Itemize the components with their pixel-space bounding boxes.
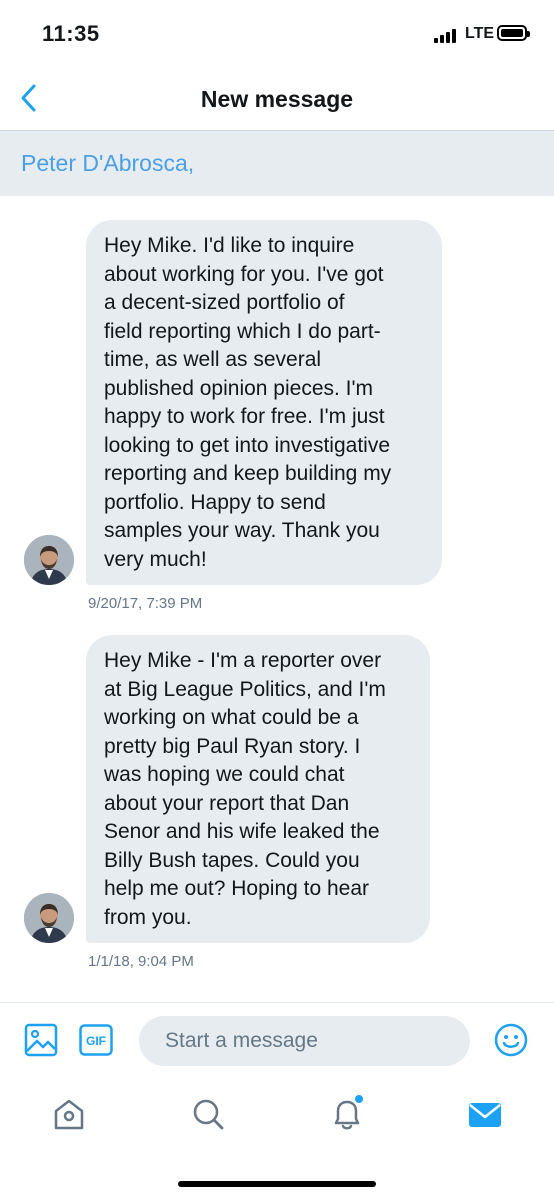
emoji-icon[interactable]	[494, 1023, 528, 1057]
message-timestamp: 9/20/17, 7:39 PM	[88, 595, 203, 612]
message-line: reporting and keep building my	[104, 462, 392, 485]
battery-icon	[497, 25, 530, 41]
message-input[interactable]: Start a message	[139, 1016, 470, 1066]
message-bubble[interactable]: Hey Mike - I'm a reporter over at Big Le…	[86, 635, 430, 943]
status-time: 11:35	[42, 21, 100, 46]
profile-photo	[24, 535, 74, 585]
message-timestamp: 1/1/18, 9:04 PM	[88, 953, 194, 970]
message-line: a decent-sized portfolio of	[104, 291, 345, 314]
image-icon[interactable]	[24, 1023, 58, 1057]
message-line: Hey Mike. I'd like to inquire	[104, 234, 355, 257]
home-icon[interactable]	[51, 1095, 87, 1133]
status-bar: 11:35 LTE	[0, 0, 554, 66]
avatar[interactable]	[24, 535, 74, 585]
notifications-icon[interactable]	[329, 1095, 365, 1133]
message-line: was hoping we could chat	[104, 763, 345, 786]
search-icon[interactable]	[190, 1095, 226, 1133]
gif-label: GIF	[86, 1034, 106, 1048]
message-line: published opinion pieces. I'm	[104, 376, 374, 400]
message-composer: GIF Start a message	[0, 1002, 554, 1078]
message-line: samples your way. Thank you	[104, 519, 380, 542]
message-line: Hey Mike - I'm a reporter over	[104, 649, 382, 672]
avatar[interactable]	[24, 893, 74, 943]
recipient-name: Peter D'Abrosca,	[21, 150, 195, 176]
messages-icon[interactable]	[467, 1095, 503, 1133]
signal-icon	[434, 27, 460, 43]
profile-photo	[24, 893, 74, 943]
message-line: field reporting which I do part-	[104, 319, 381, 343]
message-line: pretty big Paul Ryan story. I	[104, 734, 361, 758]
message-bubble[interactable]: Hey Mike. I'd like to inquire about work…	[86, 220, 442, 585]
message-line: at Big League Politics, and I'm	[104, 677, 386, 701]
message-line: looking to get into investigative	[104, 433, 391, 457]
recipient-field[interactable]: Peter D'Abrosca,	[0, 130, 554, 196]
network-label: LTE	[465, 25, 495, 42]
notification-dot	[355, 1095, 363, 1103]
message-line: about working for you. I've got	[104, 262, 384, 286]
message-line: time, as well as several	[104, 348, 322, 371]
message-line: happy to work for free. I'm just	[104, 405, 385, 428]
page-title: New message	[200, 86, 354, 112]
message-line: from you.	[104, 905, 192, 929]
home-indicator	[178, 1181, 376, 1187]
message-line: working on what could be a	[104, 706, 359, 729]
message-line: very much!	[104, 547, 207, 571]
gif-icon[interactable]: GIF	[79, 1024, 113, 1056]
nav-bar: New message	[0, 66, 554, 130]
message-line: help me out? Hoping to hear	[104, 877, 370, 900]
message-line: portfolio. Happy to send	[104, 490, 326, 514]
message-line: Senor and his wife leaked the	[104, 820, 380, 843]
message-line: about your report that Dan	[104, 791, 350, 815]
message-line: Billy Bush tapes. Could you	[104, 848, 360, 872]
